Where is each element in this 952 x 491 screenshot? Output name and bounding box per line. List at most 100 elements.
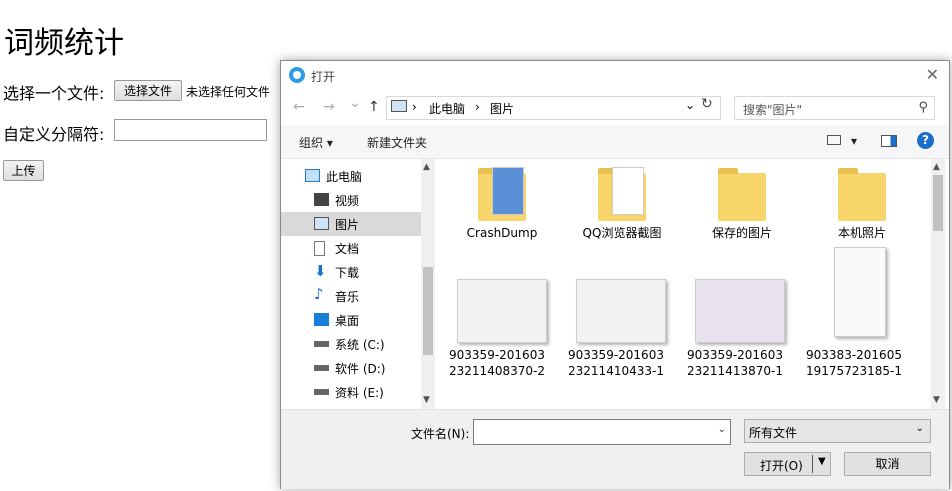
breadcrumb-this-pc[interactable]: 此电脑 xyxy=(429,100,465,117)
filename-input[interactable]: ⌄ xyxy=(473,419,731,445)
sidebar-item-label: 视频 xyxy=(335,194,360,208)
navigation-pane: 此电脑 视频 图片 文档 ⬇ 下载 ♪ 音乐 桌面 系统 (C:) 软件 (D:… xyxy=(281,159,435,409)
folder-icon xyxy=(838,168,886,221)
item-name: 本机照片 xyxy=(837,226,886,240)
folder-icon xyxy=(598,167,646,221)
content-scroll-thumb[interactable] xyxy=(933,175,943,231)
image-thumbnail xyxy=(834,247,886,337)
no-file-text: 未选择任何文件 xyxy=(186,85,271,99)
content-scrollbar[interactable]: ▲ ▼ xyxy=(931,159,945,409)
sidebar-scrollbar[interactable]: ▲ ▼ xyxy=(421,159,435,409)
desktop-icon xyxy=(314,313,329,326)
organize-menu[interactable]: 组织 ▾ xyxy=(299,134,333,151)
sidebar-item-label: 资料 (E:) xyxy=(335,386,384,400)
browser-app-icon xyxy=(289,67,305,83)
open-button[interactable]: 打开(O) ▼ xyxy=(744,452,831,476)
filetype-dropdown-icon: ⌄ xyxy=(915,423,924,434)
address-separator: › xyxy=(412,100,417,114)
drive-icon xyxy=(314,341,329,347)
sidebar-item-label: 此电脑 xyxy=(326,170,363,184)
dialog-toolbar: 组织 ▾ 新建文件夹 ▾ ? xyxy=(281,125,949,159)
image-thumbnail xyxy=(457,279,547,343)
dialog-titlebar: 打开 ✕ xyxy=(281,61,949,91)
view-icon[interactable] xyxy=(827,135,841,145)
filename-dropdown-icon[interactable]: ⌄ xyxy=(718,424,726,435)
breadcrumb-pictures[interactable]: 图片 xyxy=(490,100,514,117)
view-dropdown-icon[interactable]: ▾ xyxy=(851,134,857,148)
music-icon: ♪ xyxy=(314,285,324,303)
close-icon[interactable]: ✕ xyxy=(926,65,939,84)
preview-pane-icon[interactable] xyxy=(881,135,897,147)
pictures-location-icon xyxy=(391,100,407,112)
separator-label: 自定义分隔符: xyxy=(3,125,105,144)
address-bar[interactable]: › 此电脑 › 图片 ⌄ xyxy=(386,96,721,120)
choose-file-button[interactable]: 选择文件 xyxy=(114,80,182,101)
pictures-icon xyxy=(314,217,329,230)
item-name: 903359-201603 23211410433-1 xyxy=(568,348,664,378)
image-thumbnail xyxy=(576,279,666,343)
sidebar-item-label: 桌面 xyxy=(335,314,360,328)
up-folder-icon[interactable]: ↑ xyxy=(368,99,380,115)
download-icon: ⬇ xyxy=(314,262,327,280)
image-thumbnail xyxy=(695,279,785,343)
sidebar-item-label: 文档 xyxy=(335,242,360,256)
sidebar-item-videos[interactable]: 视频 xyxy=(281,188,421,212)
item-name: 903359-201603 23211413870-1 xyxy=(687,348,783,378)
back-icon[interactable]: ← xyxy=(293,99,305,115)
forward-icon[interactable]: → xyxy=(323,99,335,115)
choose-file-label: 选择一个文件: xyxy=(3,84,105,103)
sidebar-item-drive-d[interactable]: 软件 (D:) xyxy=(281,356,421,380)
sidebar-item-music[interactable]: ♪ 音乐 xyxy=(281,284,421,308)
dialog-navbar: ← → ⌄ ↑ › 此电脑 › 图片 ⌄ ↻ 搜索"图片" ⚲ xyxy=(281,91,949,125)
sidebar-item-label: 软件 (D:) xyxy=(335,362,386,376)
sidebar-item-this-pc[interactable]: 此电脑 xyxy=(281,164,421,188)
dialog-title: 打开 xyxy=(311,70,336,84)
scroll-down-icon[interactable]: ▼ xyxy=(933,395,940,405)
sidebar-item-label: 音乐 xyxy=(335,290,360,304)
item-name: QQ浏览器截图 xyxy=(582,226,662,240)
item-name: 保存的图片 xyxy=(711,226,772,240)
sidebar-item-downloads[interactable]: ⬇ 下载 xyxy=(281,260,421,284)
address-dropdown-icon[interactable]: ⌄ xyxy=(685,98,695,112)
open-split-dropdown-icon[interactable]: ▼ xyxy=(818,456,826,467)
sidebar-item-desktop[interactable]: 桌面 xyxy=(281,308,421,332)
separator-input[interactable] xyxy=(114,119,267,141)
recent-locations-icon[interactable]: ⌄ xyxy=(349,95,361,111)
item-name: CrashDump xyxy=(466,226,538,240)
sidebar-item-documents[interactable]: 文档 xyxy=(281,236,421,260)
video-icon xyxy=(314,193,329,206)
open-file-dialog: 打开 ✕ ← → ⌄ ↑ › 此电脑 › 图片 ⌄ ↻ 搜索"图片" ⚲ 组织 … xyxy=(280,60,950,489)
sidebar-item-label: 系统 (C:) xyxy=(335,338,385,352)
search-icon: ⚲ xyxy=(918,100,928,115)
scroll-down-icon[interactable]: ▼ xyxy=(423,395,430,405)
sidebar-scroll-thumb[interactable] xyxy=(423,267,433,355)
pc-icon xyxy=(305,169,320,182)
folder-icon xyxy=(718,168,766,221)
filename-label: 文件名(N): xyxy=(411,427,470,441)
sidebar-item-label: 图片 xyxy=(335,218,360,232)
filetype-value: 所有文件 xyxy=(749,426,798,440)
scroll-up-icon[interactable]: ▲ xyxy=(933,162,940,172)
folder-icon xyxy=(478,167,526,221)
item-name: 903359-201603 23211408370-2 xyxy=(449,348,545,378)
search-box[interactable]: 搜索"图片" ⚲ xyxy=(734,96,935,120)
documents-icon xyxy=(314,241,325,256)
cancel-button[interactable]: 取消 xyxy=(844,452,931,476)
sidebar-item-drive-e[interactable]: 资料 (E:) xyxy=(281,380,421,404)
address-separator: › xyxy=(475,100,480,114)
page-title: 词频统计 xyxy=(4,26,124,61)
item-name: 903383-201605 19175723185-1 xyxy=(806,348,902,378)
sidebar-item-label: 下载 xyxy=(335,266,360,280)
drive-icon xyxy=(314,389,329,395)
sidebar-item-pictures[interactable]: 图片 xyxy=(281,212,421,236)
dialog-footer: 文件名(N): ⌄ 所有文件 ⌄ 打开(O) ▼ 取消 xyxy=(281,409,949,489)
scroll-up-icon[interactable]: ▲ xyxy=(423,162,430,172)
help-icon[interactable]: ? xyxy=(917,132,934,149)
refresh-icon[interactable]: ↻ xyxy=(701,96,713,112)
split-divider xyxy=(812,455,813,473)
filetype-select[interactable]: 所有文件 ⌄ xyxy=(744,419,931,443)
sidebar-item-drive-c[interactable]: 系统 (C:) xyxy=(281,332,421,356)
search-placeholder: 搜索"图片" xyxy=(743,103,803,117)
new-folder-button[interactable]: 新建文件夹 xyxy=(367,134,427,151)
upload-button[interactable]: 上传 xyxy=(3,160,44,181)
